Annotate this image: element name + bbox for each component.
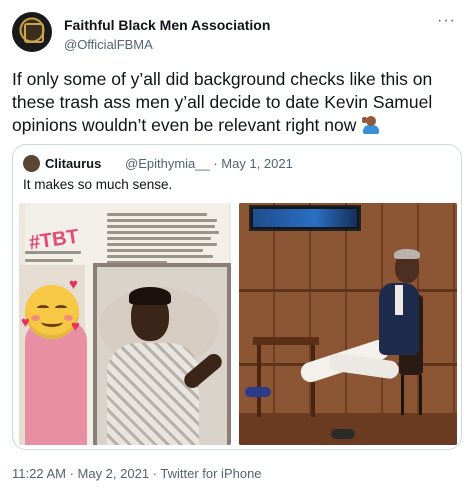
account-name[interactable]: Faithful Black Men Association bbox=[64, 17, 270, 33]
tv-screen bbox=[249, 205, 361, 231]
tweet-text-container: If only some of y’all did background che… bbox=[12, 68, 464, 137]
shoe bbox=[245, 387, 271, 397]
tweet-timestamp[interactable]: 11:22 AM · May 2, 2021 · Twitter for iPh… bbox=[12, 466, 262, 481]
tweet: Faithful Black Men Association @Official… bbox=[0, 0, 474, 497]
quoted-account-name: Clitaurus bbox=[45, 156, 102, 171]
heart-icon: ♥ bbox=[69, 276, 78, 293]
heart-icon: ♥ bbox=[71, 318, 80, 335]
media-grid: #TBT ♥ ♥ ♥ bbox=[19, 203, 457, 445]
quoted-tweet[interactable]: Clitaurus @Epithymia__ · May 1, 2021 It … bbox=[12, 144, 462, 450]
quoted-avatar bbox=[23, 155, 40, 172]
quoted-tweet-text: It makes so much sense. bbox=[23, 177, 173, 192]
avatar[interactable] bbox=[12, 12, 52, 52]
yearbook-image[interactable]: #TBT ♥ ♥ ♥ bbox=[19, 203, 231, 445]
yearbook-photo bbox=[93, 263, 231, 445]
more-horizontal-icon[interactable]: ··· bbox=[437, 12, 456, 30]
sitting-man-image[interactable] bbox=[239, 203, 457, 445]
facepalm-emoji-icon bbox=[361, 116, 381, 134]
man-shirt bbox=[395, 285, 403, 315]
quoted-handle-date: @Epithymia__ · May 1, 2021 bbox=[125, 156, 293, 171]
heart-icon: ♥ bbox=[21, 314, 30, 331]
tweet-header: Faithful Black Men Association @Official… bbox=[12, 12, 462, 54]
shoe bbox=[331, 429, 355, 439]
account-handle[interactable]: @OfficialFBMA bbox=[64, 37, 153, 52]
man-hair bbox=[394, 249, 420, 259]
pink-figure bbox=[25, 321, 87, 445]
